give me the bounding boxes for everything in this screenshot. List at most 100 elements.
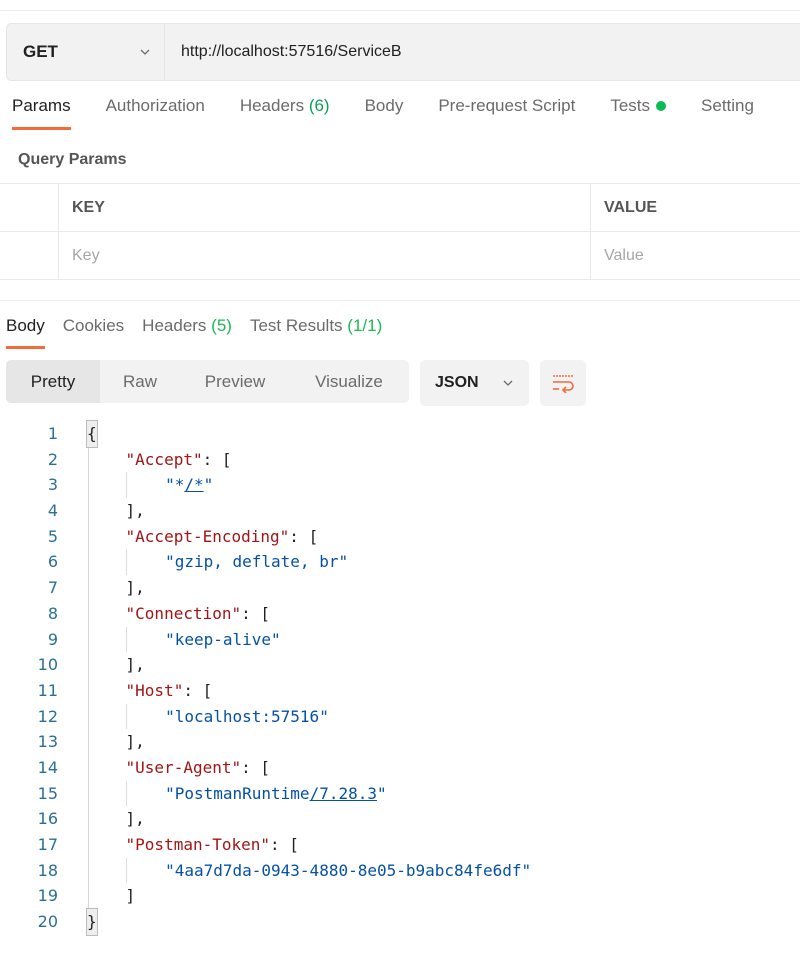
request-tabs: Params Authorization Headers (6) Body Pr… bbox=[12, 96, 789, 130]
tab-label: Body bbox=[6, 316, 45, 335]
table-row: Key Value bbox=[0, 231, 800, 280]
url-input[interactable]: http://localhost:57516/ServiceB bbox=[165, 43, 402, 61]
code-line: 20} bbox=[0, 908, 531, 936]
tab-label: Cookies bbox=[62, 316, 125, 335]
json-string: "gzip, deflate, br" bbox=[165, 552, 349, 572]
line-number: 8 bbox=[47, 603, 58, 623]
response-body-editor[interactable]: 1{2 "Accept": [3 "*/*" 4 ], 5 "Accept-Enco… bbox=[0, 420, 531, 936]
code-line: 11 "Host": [ bbox=[0, 678, 531, 704]
tab-headers[interactable]: Headers (6) bbox=[240, 96, 330, 130]
gutter bbox=[58, 524, 87, 550]
request-url-bar: GET http://localhost:57516/ServiceB bbox=[6, 23, 800, 81]
code-text: ], bbox=[87, 652, 145, 678]
gutter bbox=[58, 678, 87, 704]
indent-guide bbox=[125, 472, 127, 499]
top-divider bbox=[0, 10, 800, 11]
gutter bbox=[58, 704, 87, 730]
gutter bbox=[58, 755, 87, 781]
tab-test-results[interactable]: Test Results (1/1) bbox=[250, 316, 382, 349]
line-number: 10 bbox=[37, 655, 58, 675]
table-header-row: KEY VALUE bbox=[0, 183, 800, 231]
code-text: ], bbox=[87, 806, 145, 832]
tab-settings[interactable]: Setting bbox=[701, 96, 754, 130]
json-punctuation: ], bbox=[125, 655, 145, 675]
code-line: 4 ], bbox=[0, 498, 531, 524]
row-checkbox-cell bbox=[0, 232, 59, 279]
code-text: "*/*" bbox=[87, 472, 213, 499]
json-punctuation: : [ bbox=[241, 603, 271, 623]
tab-response-body[interactable]: Body bbox=[6, 316, 45, 349]
view-visualize-button[interactable]: Visualize bbox=[290, 360, 408, 403]
tab-label: Body bbox=[364, 96, 404, 115]
line-number: 9 bbox=[47, 629, 58, 649]
json-string: "localhost:57516" bbox=[165, 706, 329, 726]
code-text: ], bbox=[87, 575, 145, 601]
line-number: 14 bbox=[37, 757, 58, 777]
test-results-count: (1/1) bbox=[347, 316, 383, 335]
gutter bbox=[58, 498, 87, 524]
indent-guide bbox=[125, 549, 127, 576]
tab-body[interactable]: Body bbox=[365, 96, 404, 130]
code-text: "Connection": [ bbox=[87, 601, 271, 627]
tab-label: Params bbox=[12, 96, 71, 115]
gutter bbox=[58, 601, 87, 627]
json-punctuation: : [ bbox=[289, 526, 319, 546]
tab-authorization[interactable]: Authorization bbox=[106, 96, 205, 130]
code-line: 14 "User-Agent": [ bbox=[0, 755, 531, 781]
code-text: "Accept": [ bbox=[87, 447, 232, 473]
code-line: 7 ], bbox=[0, 575, 531, 601]
tab-label: Headers bbox=[142, 316, 207, 335]
tab-params[interactable]: Params bbox=[12, 96, 71, 130]
pane-divider[interactable] bbox=[0, 300, 800, 301]
gutter bbox=[58, 781, 87, 807]
json-punctuation: ], bbox=[125, 809, 145, 829]
code-line: 13 ], bbox=[0, 729, 531, 755]
code-line: 16 ], bbox=[0, 806, 531, 832]
json-string: "keep-alive" bbox=[165, 629, 281, 649]
line-number: 17 bbox=[37, 835, 58, 854]
wrap-lines-button[interactable] bbox=[540, 360, 586, 406]
status-dot-icon bbox=[656, 100, 667, 111]
format-select[interactable]: JSON bbox=[420, 360, 529, 406]
code-text: ], bbox=[87, 498, 145, 524]
gutter bbox=[58, 627, 87, 653]
gutter bbox=[58, 806, 87, 832]
json-brace: { bbox=[86, 420, 98, 448]
json-punctuation: : [ bbox=[183, 680, 213, 700]
view-raw-button[interactable]: Raw bbox=[100, 360, 180, 403]
json-key: "Connection" bbox=[125, 603, 242, 623]
line-number: 13 bbox=[37, 732, 58, 752]
code-text: "Host": [ bbox=[87, 678, 213, 704]
tab-tests[interactable]: Tests bbox=[610, 96, 667, 130]
json-string: /* bbox=[184, 475, 204, 495]
column-key-header: KEY bbox=[59, 184, 591, 231]
json-key: "Host" bbox=[125, 680, 184, 700]
code-text: "4aa7d7da-0943-4880-8e05-b9abc84fe6df" bbox=[87, 857, 531, 884]
tab-response-headers[interactable]: Headers (5) bbox=[142, 316, 232, 349]
gutter bbox=[58, 652, 87, 678]
indent-guide bbox=[125, 780, 127, 807]
view-pretty-button[interactable]: Pretty bbox=[6, 360, 100, 403]
json-key: "User-Agent" bbox=[125, 757, 242, 777]
tab-cookies[interactable]: Cookies bbox=[63, 316, 124, 349]
tab-pre-request-script[interactable]: Pre-request Script bbox=[438, 96, 575, 130]
code-line: 15 "PostmanRuntime/7.28.3" bbox=[0, 780, 531, 807]
code-text: "PostmanRuntime/7.28.3" bbox=[87, 780, 387, 807]
code-line: 6 "gzip, deflate, br" bbox=[0, 549, 531, 576]
value-input[interactable]: Value bbox=[591, 232, 800, 279]
line-number: 12 bbox=[37, 706, 58, 726]
code-text: } bbox=[86, 908, 98, 936]
key-input[interactable]: Key bbox=[59, 232, 591, 279]
method-select[interactable]: GET bbox=[7, 24, 165, 80]
gutter bbox=[58, 472, 87, 498]
line-number: 15 bbox=[37, 783, 58, 803]
gutter bbox=[58, 909, 87, 935]
json-brace: } bbox=[86, 908, 98, 936]
code-line: 3 "*/*" bbox=[0, 472, 531, 499]
column-value-header: VALUE bbox=[604, 198, 658, 216]
code-line: 8 "Connection": [ bbox=[0, 601, 531, 627]
view-preview-button[interactable]: Preview bbox=[180, 360, 290, 403]
wrap-lines-icon bbox=[553, 375, 574, 393]
line-number: 20 bbox=[37, 912, 58, 932]
tab-label: Setting bbox=[701, 96, 754, 115]
